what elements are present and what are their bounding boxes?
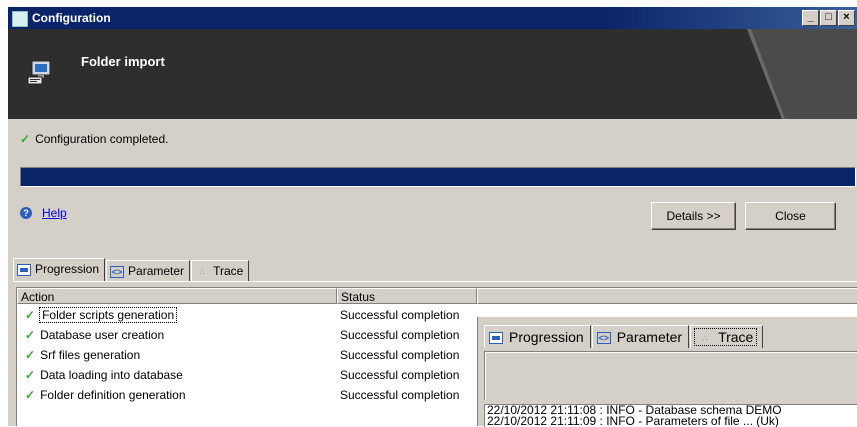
zoomed-tab-progression-label: Progression	[509, 329, 584, 345]
check-icon: ✓	[25, 328, 36, 342]
window-controls: _ □ ×	[801, 10, 855, 26]
banner-decoration	[747, 29, 857, 119]
status-cell: Successful completion	[340, 328, 460, 342]
zoomed-tab-parameter[interactable]: <> Parameter	[591, 325, 690, 348]
zoomed-tab-progression[interactable]: Progression	[484, 325, 591, 348]
header-banner: Folder import	[8, 29, 857, 119]
tab-trace-label: Trace	[213, 264, 244, 278]
status-cell: Successful completion	[340, 368, 460, 382]
progress-bar	[20, 167, 856, 187]
app-icon	[12, 11, 28, 27]
action-text: Folder scripts generation	[39, 307, 178, 323]
banner-title: Folder import	[81, 54, 165, 69]
trace-icon: ∴	[702, 333, 708, 344]
zoomed-tab-trace[interactable]: ∴ Trace	[690, 325, 764, 348]
column-header-filler	[477, 288, 857, 304]
status-text: Configuration completed.	[35, 132, 169, 146]
help-link[interactable]: Help	[42, 206, 67, 220]
check-icon: ✓	[25, 368, 36, 382]
table-row[interactable]: ✓ Folder definition generation Successful…	[17, 385, 477, 405]
action-text: Data loading into database	[40, 368, 183, 382]
close-button[interactable]: Close	[745, 202, 836, 230]
trace-icon: ∴	[199, 266, 205, 277]
action-text: Srf files generation	[40, 348, 141, 362]
zoomed-tab-trace-focus: ∴ Trace	[694, 328, 758, 346]
status-message: ✓ Configuration completed.	[20, 132, 168, 146]
check-icon: ✓	[25, 388, 36, 402]
status-cell: Successful completion	[340, 308, 460, 322]
zoomed-tab-parameter-label: Parameter	[616, 329, 683, 345]
status-cell: Successful completion	[340, 388, 460, 402]
action-cell: ✓ Data loading into database	[25, 365, 183, 385]
table-row[interactable]: ✓ Data loading into database Successful c…	[17, 365, 477, 385]
close-window-button[interactable]: ×	[838, 10, 855, 26]
action-cell: ✓ Database user creation	[25, 325, 164, 345]
maximize-button[interactable]: □	[820, 10, 837, 26]
table-row[interactable]: ✓ Database user creation Successful compl…	[17, 325, 477, 345]
tab-parameter[interactable]: <> Parameter	[106, 260, 191, 281]
progression-icon	[489, 332, 503, 345]
column-header-action[interactable]: Action	[17, 288, 337, 304]
status-cell: Successful completion	[340, 348, 460, 362]
tab-progression-label: Progression	[35, 262, 100, 276]
check-icon: ✓	[25, 308, 36, 322]
tab-progression[interactable]: Progression	[13, 258, 106, 281]
parameter-icon: <>	[596, 332, 611, 345]
title-bar[interactable]: Configuration _ □ ×	[8, 7, 857, 29]
progress-fill	[21, 168, 855, 186]
zoomed-tab-trace-label: Trace	[718, 329, 754, 345]
table-row[interactable]: ✓ Srf files generation Successful complet…	[17, 345, 477, 365]
parameter-icon: <>	[110, 265, 125, 278]
action-cell: ✓ Folder definition generation	[25, 385, 186, 405]
action-cell: ✓ Folder scripts generation	[25, 305, 178, 325]
trace-log[interactable]: 22/10/2012 21:11:08 : INFO - Database sc…	[484, 404, 857, 427]
action-text: Folder definition generation	[40, 388, 186, 402]
trace-toolbar-area	[484, 351, 857, 400]
help-row: ? Help	[20, 205, 67, 220]
top-strip	[0, 0, 857, 7]
zoomed-tab-panel: Progression <> Parameter ∴ Trace 22/10/2012 …	[477, 317, 857, 427]
action-cell: ✓ Srf files generation	[25, 345, 140, 365]
window-title: Configuration	[32, 11, 111, 25]
column-header-status[interactable]: Status	[337, 288, 477, 304]
log-line: 22/10/2012 21:11:09 : INFO - Parameters …	[487, 414, 779, 427]
zoomed-tab-strip: Progression <> Parameter ∴ Trace	[484, 325, 764, 348]
check-icon: ✓	[25, 348, 36, 362]
table-header: Action Status	[17, 288, 857, 304]
progression-icon	[17, 263, 31, 276]
details-button[interactable]: Details >>	[651, 202, 736, 230]
tab-strip: Progression <> Parameter ∴ Trace	[13, 258, 250, 281]
help-icon: ?	[20, 206, 32, 219]
tab-trace[interactable]: ∴ Trace	[191, 260, 250, 281]
check-icon: ✓	[20, 132, 31, 146]
computer-setup-icon	[27, 60, 51, 85]
tab-parameter-label: Parameter	[128, 264, 185, 278]
table-row[interactable]: ✓ Folder scripts generation Successful co…	[17, 305, 477, 325]
minimize-button[interactable]: _	[802, 10, 819, 26]
action-text: Database user creation	[40, 328, 165, 342]
